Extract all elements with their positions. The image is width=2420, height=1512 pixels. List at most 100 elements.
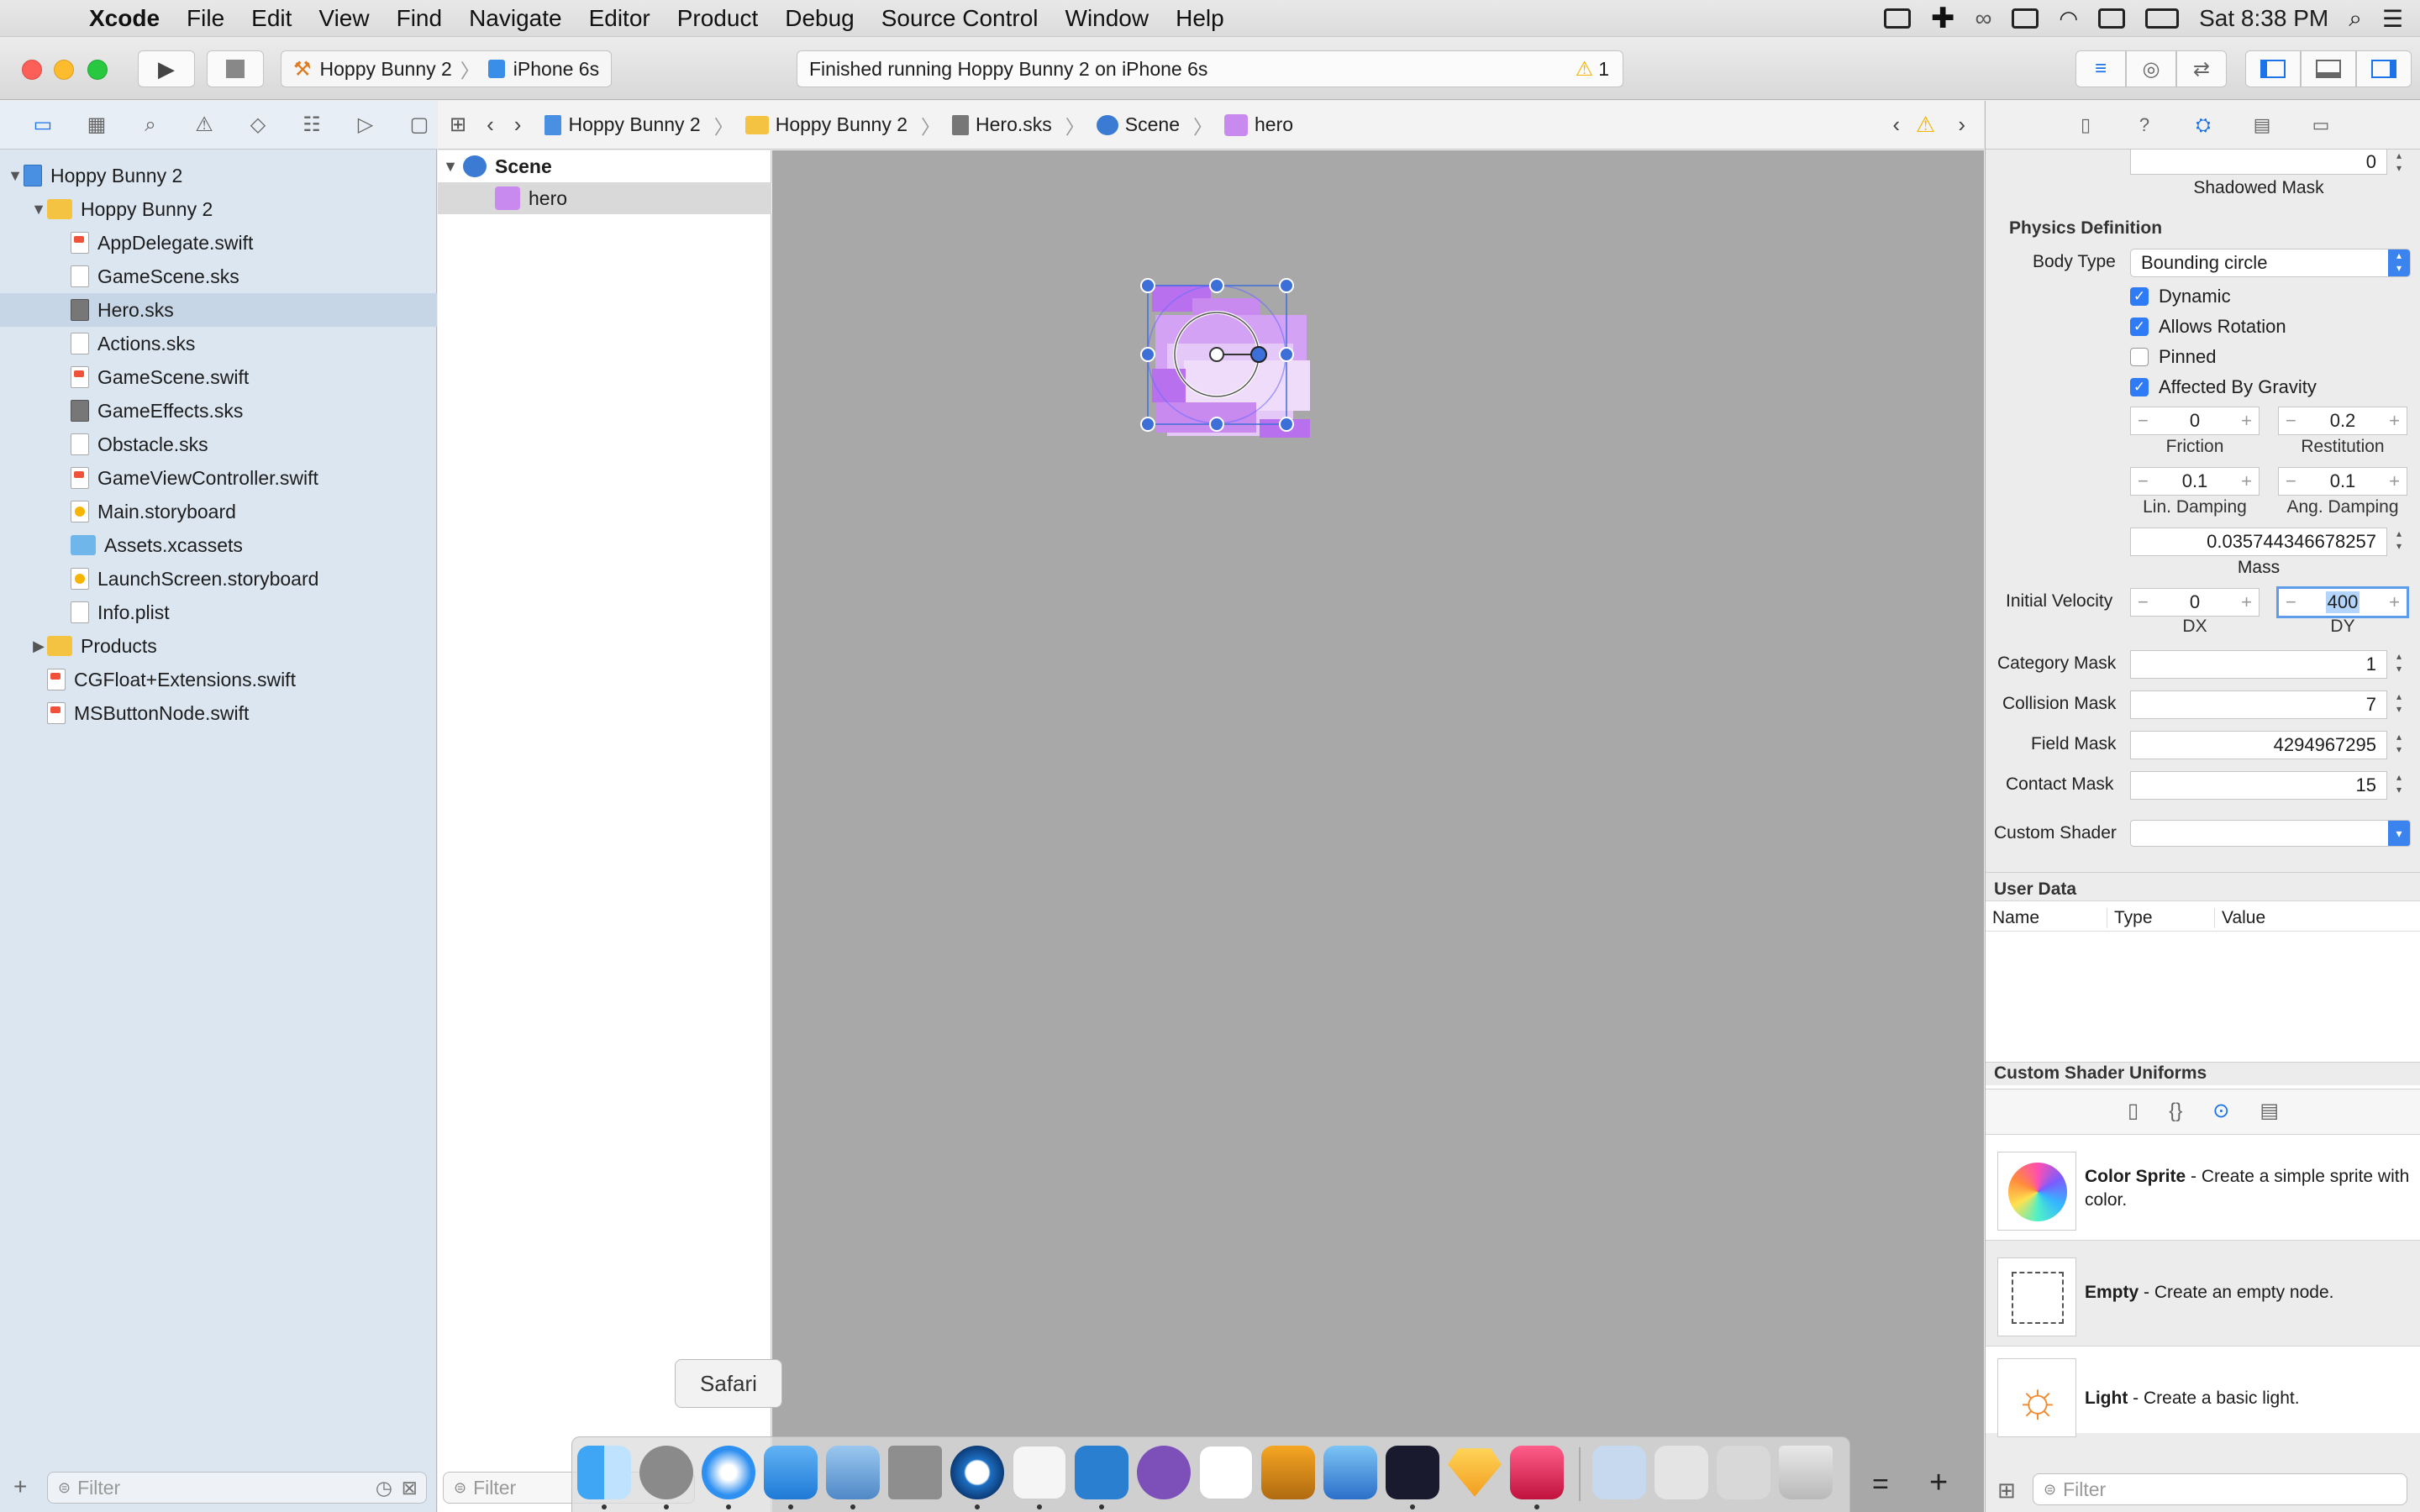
tree-item[interactable]: GameScene.swift [0,360,437,394]
affected-by-gravity-checkbox[interactable]: ✓ Affected By Gravity [2130,376,2317,398]
mass-stepper[interactable]: ▴ ▾ [2392,528,2406,556]
resize-handle-tl[interactable] [1140,278,1155,293]
chevron-down-icon[interactable]: ▾ [2388,821,2410,846]
hero-sprite[interactable] [772,150,1984,1512]
tree-item[interactable]: Obstacle.sks [0,428,437,461]
menu-product[interactable]: Product [664,5,772,32]
system-preferences-icon[interactable] [639,1446,693,1499]
plus-icon[interactable]: + [2241,591,2252,613]
restitution-stepper[interactable]: − 0.2 + [2278,407,2407,435]
object-library-icon[interactable]: ⊙ [2212,1099,2229,1123]
plus-icon[interactable]: + [2389,591,2400,613]
velocity-dy-value[interactable]: 400 [2325,591,2360,613]
code-snippet-icon[interactable]: {} [2169,1100,2182,1123]
debug-navigator-icon[interactable]: ☷ [299,113,324,138]
attributes-inspector-icon[interactable]: ⛭ [2191,113,2216,138]
related-items-icon[interactable]: ⊞ [450,113,466,137]
tree-item[interactable]: Hero.sks [0,293,437,327]
allows-rotation-checkbox[interactable]: ✓ Allows Rotation [2130,316,2286,338]
breakpoint-navigator-icon[interactable]: ▷ [353,113,378,138]
add-file-icon[interactable]: + [13,1473,27,1500]
next-issue-icon[interactable]: › [1958,112,1965,138]
quicktime-icon[interactable] [950,1446,1004,1499]
preview-icon[interactable] [826,1446,880,1499]
menu-help[interactable]: Help [1162,5,1238,32]
screen-tool-icon[interactable] [1386,1446,1439,1499]
creative-cloud-icon[interactable]: ∞ [1975,5,1991,32]
plus-icon[interactable]: + [2389,470,2400,492]
disclosure-open-icon[interactable]: ▼ [438,158,463,176]
forward-arrow-icon[interactable]: › [514,112,522,138]
standard-editor-button[interactable]: ≡ [2075,50,2126,87]
column-name[interactable]: Name [1992,908,2039,928]
resize-handle-tc[interactable] [1209,278,1224,293]
toggle-navigator-button[interactable] [2245,50,2301,87]
assistant-editor-button[interactable]: ◎ [2126,50,2176,87]
resize-handle-bc[interactable] [1209,417,1224,432]
tree-item[interactable]: MSButtonNode.swift [0,696,437,730]
minus-icon[interactable]: − [2286,470,2296,492]
tree-item[interactable]: Assets.xcassets [0,528,437,562]
tree-item[interactable]: ▼ Hoppy Bunny 2 [0,192,437,226]
trash-icon[interactable] [1779,1446,1833,1499]
finder-icon[interactable] [577,1446,631,1499]
outline-scene-row[interactable]: ▼ Scene [438,150,771,182]
toggle-debug-area-button[interactable] [2301,50,2356,87]
notification-center-icon[interactable]: ☰ [2382,5,2403,33]
tree-item[interactable]: AppDelegate.swift [0,226,437,260]
breadcrumb-group[interactable]: Hoppy Bunny 2 [744,113,908,136]
menubar-clock[interactable]: Sat 8:38 PM [2199,5,2328,32]
scheme-selector[interactable]: ⚒ Hoppy Bunny 2 〉 iPhone 6s [281,50,612,87]
run-button[interactable]: ▶ [138,50,195,87]
scene-editor-canvas[interactable] [772,150,1984,1512]
menu-find[interactable]: Find [383,5,455,32]
resize-handle-tr[interactable] [1279,278,1294,293]
scm-filter-icon[interactable]: ⊠ [402,1477,418,1499]
pinned-checkbox[interactable]: Pinned [2130,346,2217,368]
font-book-icon[interactable] [888,1446,942,1499]
size-inspector-icon[interactable]: ▭ [2308,113,2333,138]
photos-icon[interactable] [1261,1446,1315,1499]
media-library-icon[interactable]: ▤ [2260,1099,2279,1123]
downloads-folder-icon[interactable] [1655,1446,1708,1499]
breadcrumb-file[interactable]: Hero.sks [952,113,1052,136]
menu-source-control[interactable]: Source Control [868,5,1052,32]
wifi-icon[interactable]: ◠ [2059,6,2078,32]
stop-button[interactable] [207,50,264,87]
menu-view[interactable]: View [305,5,382,32]
screen-record-icon[interactable] [1883,8,1911,29]
report-navigator-icon[interactable]: ▢ [407,113,432,138]
menu-editor[interactable]: Editor [576,5,664,32]
shadowed-mask-field[interactable]: 0 [2130,150,2387,175]
symbol-navigator-icon[interactable]: ▦ [84,113,109,138]
resize-handle-ml[interactable] [1140,347,1155,362]
search-navigator-icon[interactable]: ⌕ [138,113,163,138]
minimize-window-button[interactable] [54,60,74,80]
breadcrumb-scene[interactable]: Scene [1096,113,1180,136]
contact-mask-field[interactable]: 15 [2130,771,2387,800]
breadcrumb-node[interactable]: hero [1223,113,1293,136]
previous-issue-icon[interactable]: ‹ [1892,112,1900,138]
custom-shader-combo[interactable]: ▾ [2130,820,2411,847]
spotlight-search-icon[interactable]: ⌕ [2349,5,2362,33]
collision-mask-stepper[interactable]: ▴ ▾ [2392,690,2406,719]
menu-app-name[interactable]: Xcode [76,5,173,32]
safari-icon[interactable] [702,1446,755,1499]
menu-debug[interactable]: Debug [771,5,868,32]
back-arrow-icon[interactable]: ‹ [487,112,494,138]
activity-warnings[interactable]: ⚠ 1 [1576,57,1609,81]
test-navigator-icon[interactable]: ◇ [245,113,271,138]
velocity-dy-stepper[interactable]: − 400 + [2276,586,2409,618]
field-mask-field[interactable]: 4294967295 [2130,731,2387,759]
category-mask-stepper[interactable]: ▴ ▾ [2392,650,2406,679]
library-filter-field[interactable]: ⊜ Filter [2033,1473,2407,1505]
minus-icon[interactable]: − [2286,591,2296,613]
mass-field[interactable]: 0.035744346678257 [2130,528,2387,556]
brackets-icon[interactable] [1075,1446,1128,1499]
tree-item[interactable]: GameEffects.sks [0,394,437,428]
quick-help-icon[interactable]: ? [2132,113,2157,138]
lin-damping-stepper[interactable]: − 0.1 + [2130,467,2260,496]
friction-stepper[interactable]: − 0 + [2130,407,2260,435]
library-item-color-sprite[interactable]: Color Sprite - Create a simple sprite wi… [1986,1134,2420,1240]
zoom-window-button[interactable] [87,60,108,80]
